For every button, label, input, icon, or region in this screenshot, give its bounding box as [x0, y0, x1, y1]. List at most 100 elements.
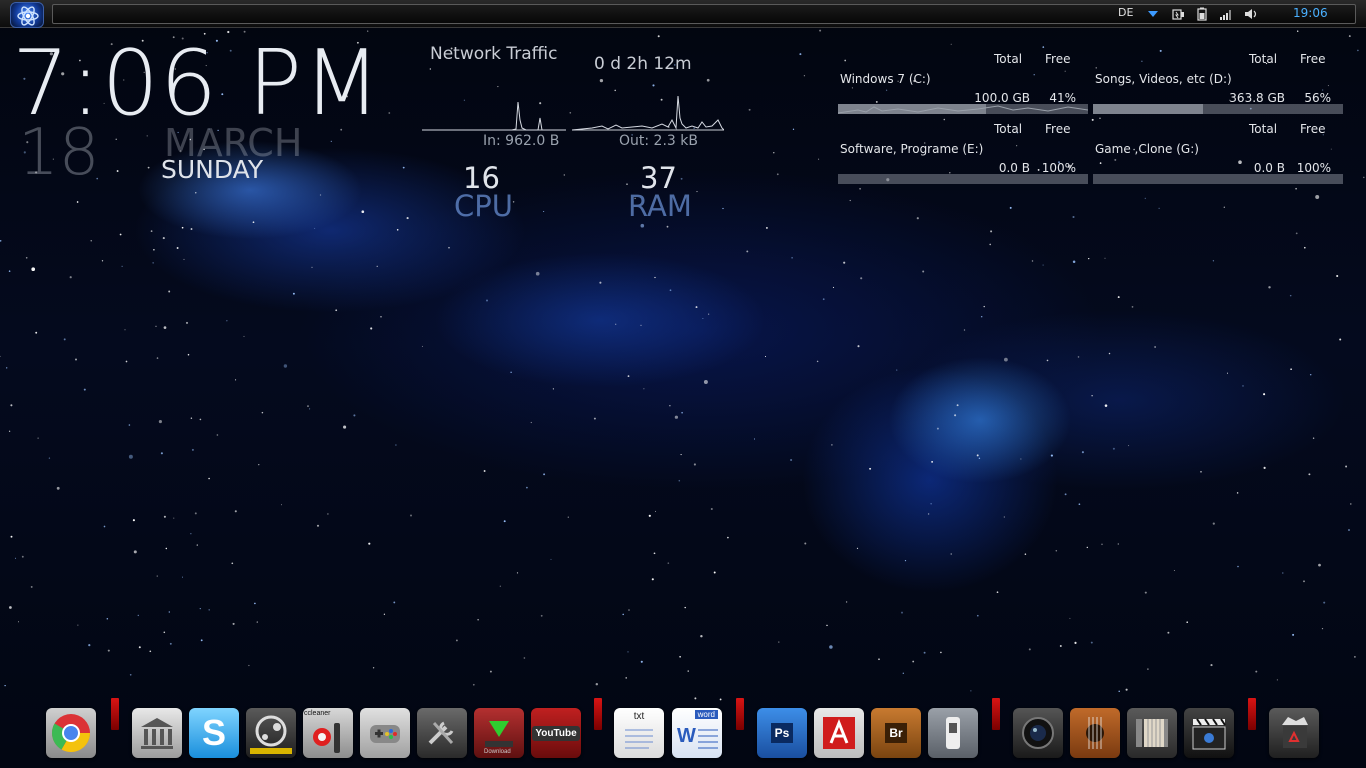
star: [753, 438, 756, 440]
star: [706, 78, 710, 82]
star: [708, 313, 710, 315]
star: [187, 353, 190, 356]
download-icon[interactable]: Download: [474, 708, 524, 758]
star: [25, 256, 28, 259]
star: [75, 358, 77, 361]
star: [8, 430, 11, 432]
star: [163, 515, 166, 518]
drive-name[interactable]: Windows 7 (C:): [840, 72, 931, 86]
library-icon[interactable]: [132, 708, 182, 758]
star: [90, 240, 92, 242]
star: [309, 408, 311, 410]
acrobat-icon[interactable]: [814, 708, 864, 758]
star: [1042, 264, 1044, 266]
star: [535, 271, 540, 276]
star: [1086, 546, 1088, 549]
star: [680, 177, 683, 180]
star: [1112, 447, 1115, 450]
recycle-bin-icon[interactable]: [1269, 708, 1319, 758]
star: [540, 614, 543, 617]
tools-icon[interactable]: [417, 708, 467, 758]
video-clapper-icon[interactable]: [1184, 708, 1234, 758]
star: [8, 270, 11, 272]
star: [695, 306, 698, 309]
star: [124, 329, 126, 331]
ccleaner-icon[interactable]: ccleaner: [303, 708, 353, 758]
star: [256, 621, 258, 623]
star: [200, 639, 203, 642]
drive-name[interactable]: Songs, Videos, etc (D:): [1095, 72, 1232, 86]
star: [702, 317, 704, 320]
device-icon[interactable]: [928, 708, 978, 758]
star: [319, 194, 322, 196]
skype-icon[interactable]: S: [189, 708, 239, 758]
word-letter: W: [677, 725, 696, 747]
language-indicator[interactable]: DE: [1118, 6, 1133, 19]
star: [395, 444, 397, 446]
star: [1154, 346, 1156, 348]
volume-icon[interactable]: [1244, 7, 1258, 21]
star: [343, 425, 347, 429]
star: [77, 624, 79, 626]
star: [83, 388, 86, 391]
star: [627, 375, 630, 377]
accordion-icon[interactable]: [1127, 708, 1177, 758]
star: [912, 660, 915, 663]
star: [826, 624, 828, 627]
guitar-icon[interactable]: [1070, 708, 1120, 758]
taskbar-clock[interactable]: 19:06: [1293, 6, 1328, 20]
drive-name[interactable]: Game ,Clone (G:): [1095, 142, 1199, 156]
start-button[interactable]: [10, 2, 44, 28]
network-in-graph: [422, 101, 566, 131]
star: [950, 553, 952, 555]
gamepad-icon[interactable]: [360, 708, 410, 758]
text-document-icon[interactable]: txt: [614, 708, 664, 758]
network-in-label: In: 962.0 B: [483, 133, 560, 149]
star: [627, 651, 629, 653]
star: [115, 138, 117, 140]
star: [235, 379, 237, 381]
star: [183, 258, 185, 260]
star: [628, 609, 630, 611]
ccleaner-label: ccleaner: [304, 710, 331, 717]
dock-separator: [992, 698, 1000, 730]
star: [1046, 359, 1049, 362]
network-signal-icon[interactable]: [1219, 7, 1233, 21]
chevron-down-icon[interactable]: [1148, 11, 1158, 17]
star: [954, 414, 957, 417]
star: [132, 519, 135, 522]
uptime-label: 0 d 2h 12m: [594, 54, 692, 74]
star: [878, 658, 880, 661]
star: [530, 421, 532, 424]
star: [1077, 356, 1080, 358]
star: [976, 614, 979, 617]
star: [410, 514, 412, 517]
star: [764, 355, 767, 358]
drive-header-total: Total: [1249, 52, 1278, 66]
youtube-icon[interactable]: YouTube: [531, 708, 581, 758]
star: [63, 338, 66, 341]
battery-icon[interactable]: [1195, 7, 1209, 21]
star: [543, 211, 545, 212]
star: [950, 43, 952, 45]
steam-icon[interactable]: [246, 708, 296, 758]
word-document-icon[interactable]: word W: [672, 708, 722, 758]
star: [368, 542, 371, 545]
star: [37, 437, 39, 439]
star: [69, 276, 72, 279]
drive-name[interactable]: Software, Programe (E:): [840, 142, 983, 156]
star: [1276, 679, 1279, 681]
star: [106, 618, 109, 620]
bridge-icon[interactable]: Br: [871, 708, 921, 758]
star: [990, 230, 993, 233]
camera-icon[interactable]: [1013, 708, 1063, 758]
power-icon[interactable]: [1172, 7, 1186, 21]
photoshop-icon[interactable]: Ps: [757, 708, 807, 758]
star: [156, 575, 158, 577]
star: [429, 68, 431, 70]
drive-header-free: Free: [1300, 52, 1326, 66]
star: [869, 467, 872, 470]
star: [651, 578, 654, 581]
chrome-icon[interactable]: [46, 708, 96, 758]
star: [696, 191, 698, 193]
